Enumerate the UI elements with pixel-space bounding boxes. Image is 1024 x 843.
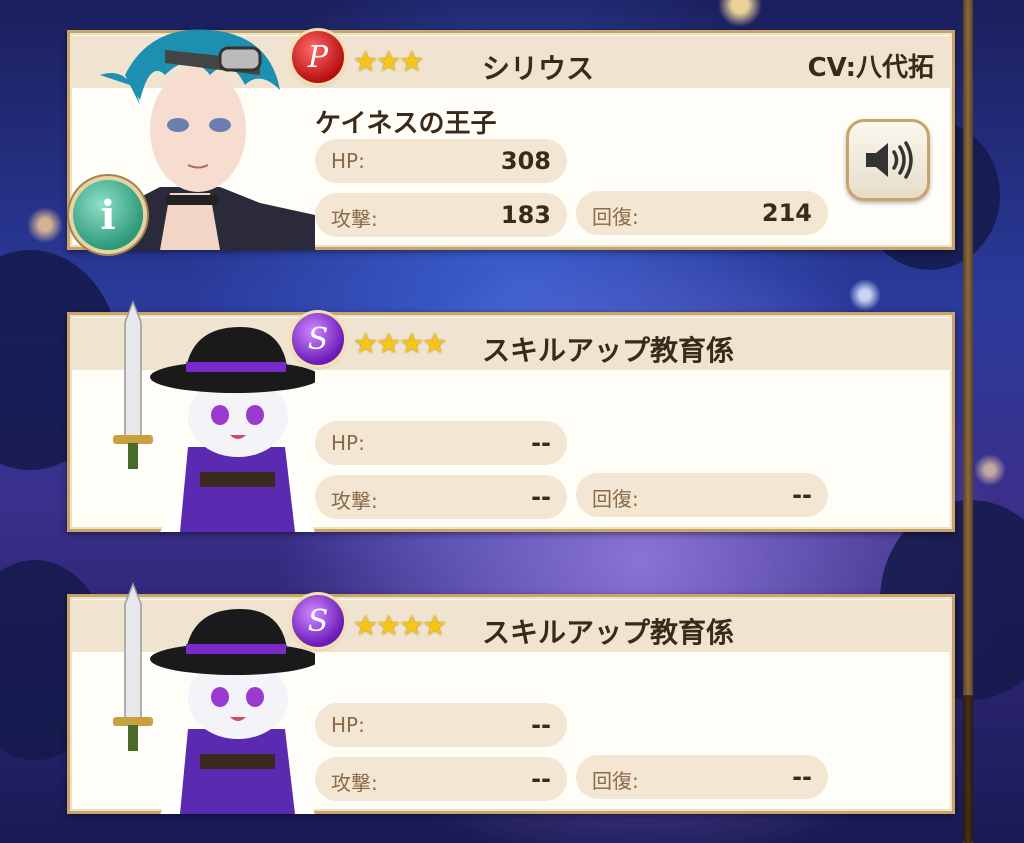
star-rating: ★★★ (353, 45, 424, 78)
recovery-label: 回復: (592, 769, 639, 793)
attack-value: -- (531, 765, 551, 793)
rarity-s-icon: S (292, 595, 344, 647)
rarity-s-icon: S (292, 313, 344, 365)
attack-label: 攻撃: (331, 207, 378, 231)
hp-stat: HP: -- (315, 703, 567, 747)
hp-value: -- (531, 429, 551, 457)
hp-label: HP: (331, 149, 365, 173)
attack-value: 183 (500, 201, 551, 229)
rarity-letter: S (307, 603, 329, 639)
voice-play-button[interactable] (846, 119, 930, 201)
attack-label: 攻撃: (331, 771, 378, 795)
info-button[interactable]: i (73, 180, 143, 250)
recovery-value: -- (792, 763, 812, 791)
rarity-letter: P (307, 39, 329, 75)
recovery-value: -- (792, 481, 812, 509)
speaker-volume-icon (866, 141, 913, 179)
attack-stat: 攻撃: -- (315, 757, 567, 801)
info-icon: i (100, 191, 116, 239)
hp-stat: HP: 308 (315, 139, 567, 183)
character-name: スキルアップ教育係 (482, 616, 735, 649)
character-portrait (70, 579, 315, 814)
character-name: シリウス (482, 52, 595, 85)
attack-stat: 攻撃: 183 (315, 193, 567, 237)
scrollbar-thumb[interactable] (963, 695, 973, 843)
attack-label: 攻撃: (331, 489, 378, 513)
recovery-stat: 回復: -- (576, 473, 828, 517)
rarity-letter: S (307, 321, 329, 357)
star-rating: ★★★★ (353, 609, 447, 642)
hp-value: -- (531, 711, 551, 739)
star-rating: ★★★★ (353, 327, 447, 360)
character-card[interactable]: S ★★★★ スキルアップ教育係 HP: -- 攻撃: -- 回復: -- (67, 299, 955, 532)
recovery-value: 214 (761, 199, 812, 227)
character-card[interactable]: S ★★★★ スキルアップ教育係 HP: -- 攻撃: -- 回復: -- (67, 581, 955, 814)
voice-actor: CV:八代拓 (807, 53, 934, 83)
recovery-label: 回復: (592, 487, 639, 511)
hp-label: HP: (331, 713, 365, 737)
character-portrait (70, 297, 315, 532)
character-name: スキルアップ教育係 (482, 334, 735, 367)
character-card[interactable]: i P ★★★ シリウス CV:八代拓 ケイネスの王子 HP: 308 攻撃: … (67, 29, 955, 250)
attack-value: -- (531, 483, 551, 511)
attack-stat: 攻撃: -- (315, 475, 567, 519)
recovery-label: 回復: (592, 205, 639, 229)
character-title: ケイネスの王子 (315, 109, 497, 139)
recovery-stat: 回復: 214 (576, 191, 828, 235)
hp-stat: HP: -- (315, 421, 567, 465)
rarity-p-icon: P (292, 31, 344, 83)
recovery-stat: 回復: -- (576, 755, 828, 799)
hp-label: HP: (331, 431, 365, 455)
hp-value: 308 (500, 147, 551, 175)
